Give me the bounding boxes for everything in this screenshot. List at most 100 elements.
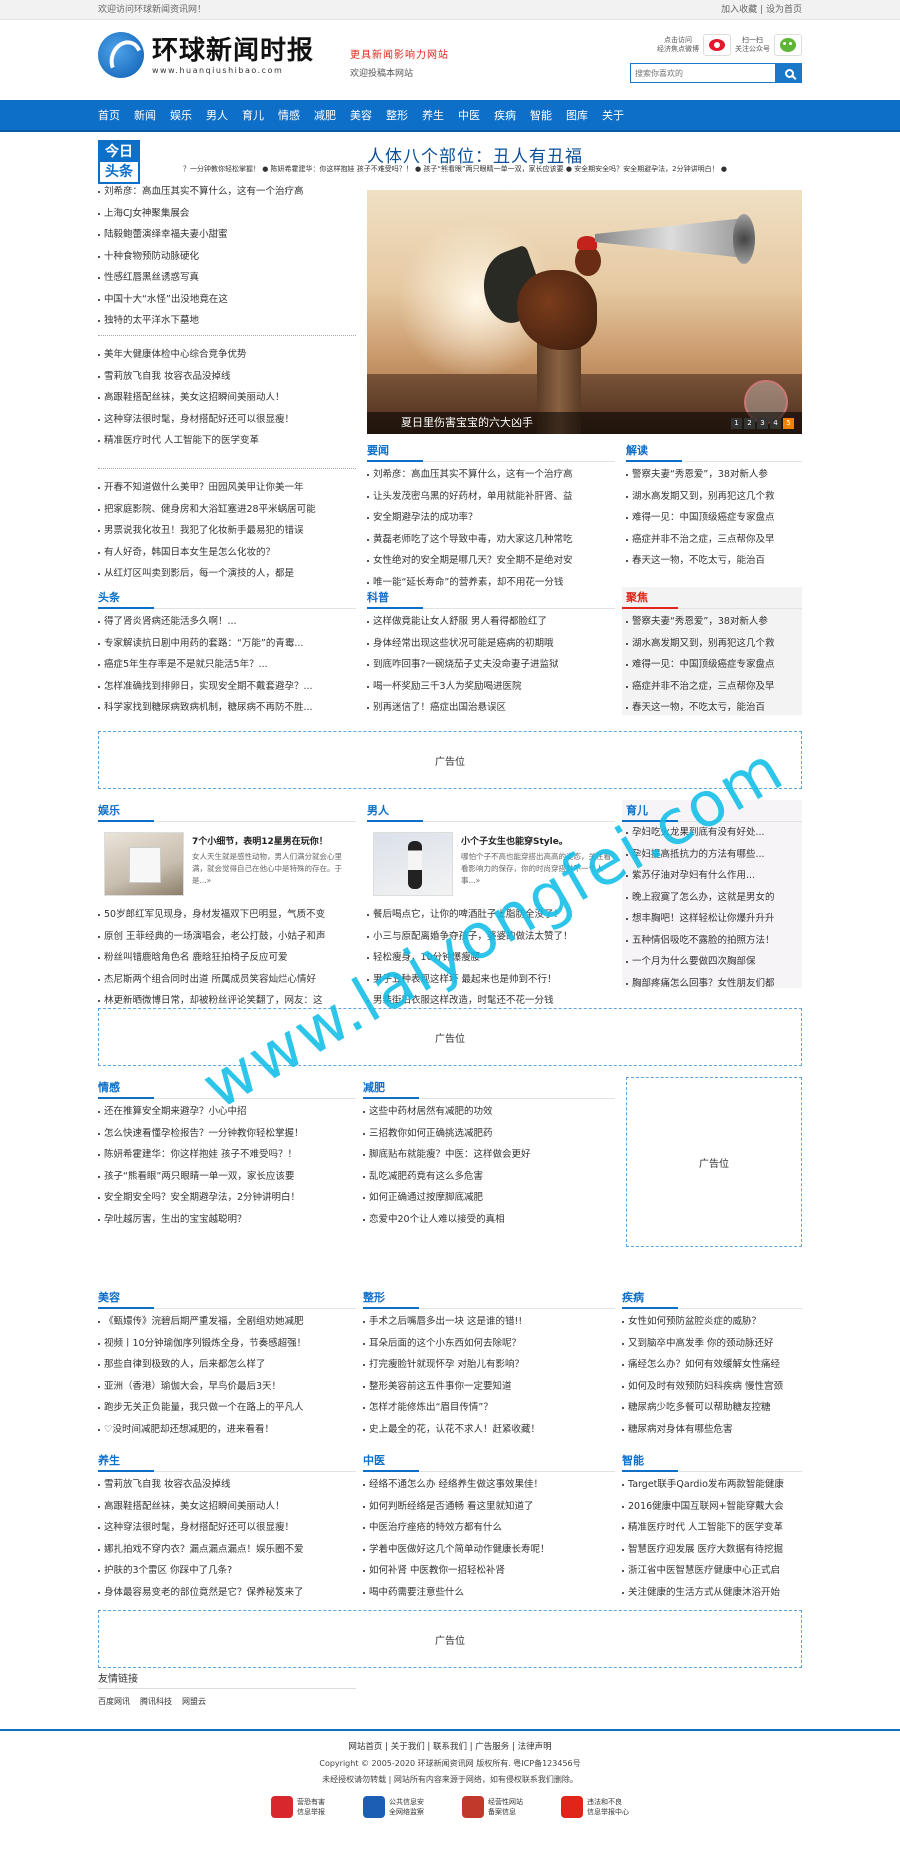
- jianfei-item[interactable]: 脚底贴布就能瘦？中医：这样做会更好: [363, 1144, 615, 1166]
- footer-badge[interactable]: 违法和不良 信息举报中心: [561, 1796, 629, 1818]
- keji-item[interactable]: 到底咋回事?一碗烧茄子丈夫没命妻子进监狱: [367, 654, 615, 676]
- yaowen-item[interactable]: 黄磊老师吃了这个导致中毒，劝大家这几种常吃: [367, 529, 615, 551]
- zhengxing-item[interactable]: 整形美容前这五件事你一定要知道: [363, 1376, 615, 1398]
- jibing-item[interactable]: 如何及时有效预防妇科疾病 慢性宫颈: [622, 1376, 802, 1398]
- left-news-item[interactable]: 这种穿法很时髦，身材搭配好还可以很显瘦！: [98, 409, 356, 431]
- jujiao-item[interactable]: 警察夫妻“秀恩爱”，38对新人参: [626, 611, 802, 633]
- yule-thumbnail[interactable]: [104, 832, 184, 896]
- ad-side-box[interactable]: 广告位: [626, 1077, 802, 1247]
- section-title[interactable]: 聚焦: [622, 587, 802, 609]
- search-button[interactable]: [776, 63, 802, 83]
- zhongyi-item[interactable]: 如何判断经络是否通畅 看这里就知道了: [363, 1496, 615, 1518]
- friend-link[interactable]: 网盟云: [182, 1693, 206, 1711]
- section-title[interactable]: 解读: [626, 440, 802, 462]
- zhineng-item[interactable]: 浙江省中医智慧医疗健康中心正式启: [622, 1560, 802, 1582]
- nav-item[interactable]: 娱乐: [170, 100, 200, 132]
- jianfei-item[interactable]: 这些中药材居然有减肥的功效: [363, 1101, 615, 1123]
- meirong-item[interactable]: 亚洲（香港）瑜伽大会，早鸟价最后3天！: [98, 1376, 356, 1398]
- footer-badge[interactable]: 营恐有害 信息举报: [271, 1796, 325, 1818]
- section-title[interactable]: 娱乐: [98, 800, 356, 822]
- toutiao-item[interactable]: 癌症5年生存率是不是就只能活5年？...: [98, 654, 356, 676]
- section-title[interactable]: 美容: [98, 1287, 356, 1309]
- yule-item[interactable]: 50岁郎红军见现身，身材发福双下巴明显，气质不变: [98, 904, 356, 926]
- qinggan-item[interactable]: 怎么快速看懂孕检报告？一分钟教你轻松掌握！: [98, 1123, 356, 1145]
- meirong-item[interactable]: ♡没时间减肥却还想减肥的，进来看看！: [98, 1419, 356, 1441]
- yangsheng-item[interactable]: 这种穿法很时髦，身材搭配好还可以很显瘦！: [98, 1517, 356, 1539]
- jianfei-item[interactable]: 恋爱中20个让人难以接受的真相: [363, 1209, 615, 1231]
- set-homepage-link[interactable]: 设为首页: [766, 5, 802, 15]
- yangsheng-item[interactable]: 娜扎拍戏不穿内衣？漏点漏点漏点！娱乐圈不爱: [98, 1539, 356, 1561]
- nav-item[interactable]: 中医: [458, 100, 488, 132]
- jibing-item[interactable]: 糖尿病对身体有哪些危害: [622, 1419, 802, 1441]
- keji-item[interactable]: 别再迷信了！癌症出国治悬误区: [367, 697, 615, 719]
- section-title[interactable]: 减肥: [363, 1077, 615, 1099]
- zhengxing-item[interactable]: 怎样才能修炼出“眉目传情”？: [363, 1397, 615, 1419]
- yuer-item[interactable]: 紫苏仔油对孕妇有什么作用...: [626, 865, 802, 887]
- friend-link[interactable]: 腾讯科技: [140, 1693, 172, 1711]
- news-ticker[interactable]: ？一分钟教你轻松掌握！ ● 陈妍希霍建华：你这样抱娃 孩子不难受吗？！ ● 孩子…: [183, 164, 802, 174]
- slider-page-button[interactable]: 1: [731, 418, 742, 429]
- yaowen-item[interactable]: 刘希彦：高血压其实不算什么，这有一个治疗高: [367, 464, 615, 486]
- nav-item[interactable]: 智能: [530, 100, 560, 132]
- jujiao-item[interactable]: 春天这一物，不吃太亏，能治百: [626, 697, 802, 719]
- left-news-item[interactable]: 高跟鞋搭配丝袜，美女这招瞬间美丽动人！: [98, 387, 356, 409]
- nav-item[interactable]: 美容: [350, 100, 380, 132]
- jibing-item[interactable]: 又到脑卒中高发季 你的颈动脉还好: [622, 1333, 802, 1355]
- left-news-item[interactable]: 开春不知道做什么美甲？田园风美甲让你美一年: [98, 477, 356, 499]
- meirong-item[interactable]: 《甄嬛传》浣碧后期严重发福，全剧组劝她减肥: [98, 1311, 356, 1333]
- keji-item[interactable]: 喝一杯奖励三千3人为奖励喝进医院: [367, 676, 615, 698]
- section-title[interactable]: 情感: [98, 1077, 356, 1099]
- qinggan-item[interactable]: 孩子“熊看眼”两只眼睛一单一双，家长应该要: [98, 1166, 356, 1188]
- footer-link[interactable]: 法律声明: [518, 1742, 552, 1752]
- nav-item[interactable]: 情感: [278, 100, 308, 132]
- yaowen-item[interactable]: 安全期避孕法的成功率？: [367, 507, 615, 529]
- left-news-item[interactable]: 独特的太平洋水下墓地: [98, 310, 356, 332]
- nanren-thumbnail[interactable]: [373, 832, 453, 896]
- slider-page-button[interactable]: 2: [744, 418, 755, 429]
- nav-item[interactable]: 减肥: [314, 100, 344, 132]
- yangsheng-item[interactable]: 高跟鞋搭配丝袜，美女这招瞬间美丽动人！: [98, 1496, 356, 1518]
- left-news-item[interactable]: 把家庭影院、健身房和大浴缸塞进28平米蜗居可能: [98, 499, 356, 521]
- jiedu-item[interactable]: 难得一见：中国顶级癌症专家盘点: [626, 507, 802, 529]
- left-news-item[interactable]: 性感红唇黑丝诱惑写真: [98, 267, 356, 289]
- zhengxing-item[interactable]: 打完瘦脸针就现怀孕 对胎儿有影响？: [363, 1354, 615, 1376]
- slider-page-button[interactable]: 3: [757, 418, 768, 429]
- yuer-item[interactable]: 晚上寂寞了怎么办，这就是男女的: [626, 887, 802, 909]
- footer-link[interactable]: 广告服务: [475, 1742, 509, 1752]
- zhongyi-item[interactable]: 学着中医做好这几个简单动作健康长寿呢！: [363, 1539, 615, 1561]
- left-news-item[interactable]: 男票说我化妆丑！我犯了化妆新手最易犯的错误: [98, 520, 356, 542]
- nanren-item[interactable]: 餐后喝点它，让你的啤酒肚子上脂肪全没了！: [367, 904, 615, 926]
- nav-item[interactable]: 育儿: [242, 100, 272, 132]
- yuer-item[interactable]: 孕妇吃火龙果到底有没有好处...: [626, 822, 802, 844]
- yuer-item[interactable]: 五种情侣吸吃不露脸的拍照方法！: [626, 930, 802, 952]
- section-title[interactable]: 中医: [363, 1450, 615, 1472]
- meirong-item[interactable]: 那些自律到极致的人，后来都怎么样了: [98, 1354, 356, 1376]
- zhengxing-item[interactable]: 耳朵后面的这个小东西如何去除呢？: [363, 1333, 615, 1355]
- section-title[interactable]: 整形: [363, 1287, 615, 1309]
- left-news-item[interactable]: 十种食物预防动脉硬化: [98, 246, 356, 268]
- zhineng-item[interactable]: 精准医疗时代 人工智能下的医学变革: [622, 1517, 802, 1539]
- jibing-item[interactable]: 女性如何预防盆腔炎症的威胁？: [622, 1311, 802, 1333]
- nav-item[interactable]: 新闻: [134, 100, 164, 132]
- jibing-item[interactable]: 糖尿病少吃多餐可以帮助糖友控糖: [622, 1397, 802, 1419]
- left-news-item[interactable]: 从红灯区叫卖到影后，每一个演技的人，都是: [98, 563, 356, 585]
- zhongyi-item[interactable]: 喝中药需要注意些什么: [363, 1582, 615, 1604]
- jiedu-item[interactable]: 春天这一物，不吃太亏，能治百: [626, 550, 802, 572]
- ad-banner-2[interactable]: 广告位: [98, 1008, 802, 1066]
- zhongyi-item[interactable]: 经络不通怎么办 经络养生做这事效果佳！: [363, 1474, 615, 1496]
- nav-item[interactable]: 图库: [566, 100, 596, 132]
- ad-banner-3[interactable]: 广告位: [98, 1610, 802, 1668]
- toutiao-item[interactable]: 科学家找到糖尿病致病机制，糖尿病不再防不胜...: [98, 697, 356, 719]
- left-news-item[interactable]: 美年大健康体检中心综合竞争优势: [98, 344, 356, 366]
- qinggan-item[interactable]: 孕吐越厉害，生出的宝宝越聪明？: [98, 1209, 356, 1231]
- ad-banner-1[interactable]: 广告位: [98, 731, 802, 789]
- section-title[interactable]: 智能: [622, 1450, 802, 1472]
- zhongyi-item[interactable]: 中医治疗痤疮的特效方都有什么: [363, 1517, 615, 1539]
- yule-item[interactable]: 杰尼斯两个组合同时出道 所属成员笑容灿烂心情好: [98, 969, 356, 991]
- section-title[interactable]: 育儿: [622, 800, 802, 822]
- zhineng-item[interactable]: 智慧医疗迎发展 医疗大数据有待挖掘: [622, 1539, 802, 1561]
- section-title[interactable]: 疾病: [622, 1287, 802, 1309]
- meirong-item[interactable]: 视频丨10分钟瑜伽序列锻炼全身，节奏感超强！: [98, 1333, 356, 1355]
- nav-item[interactable]: 男人: [206, 100, 236, 132]
- nav-item[interactable]: 首页: [98, 100, 128, 132]
